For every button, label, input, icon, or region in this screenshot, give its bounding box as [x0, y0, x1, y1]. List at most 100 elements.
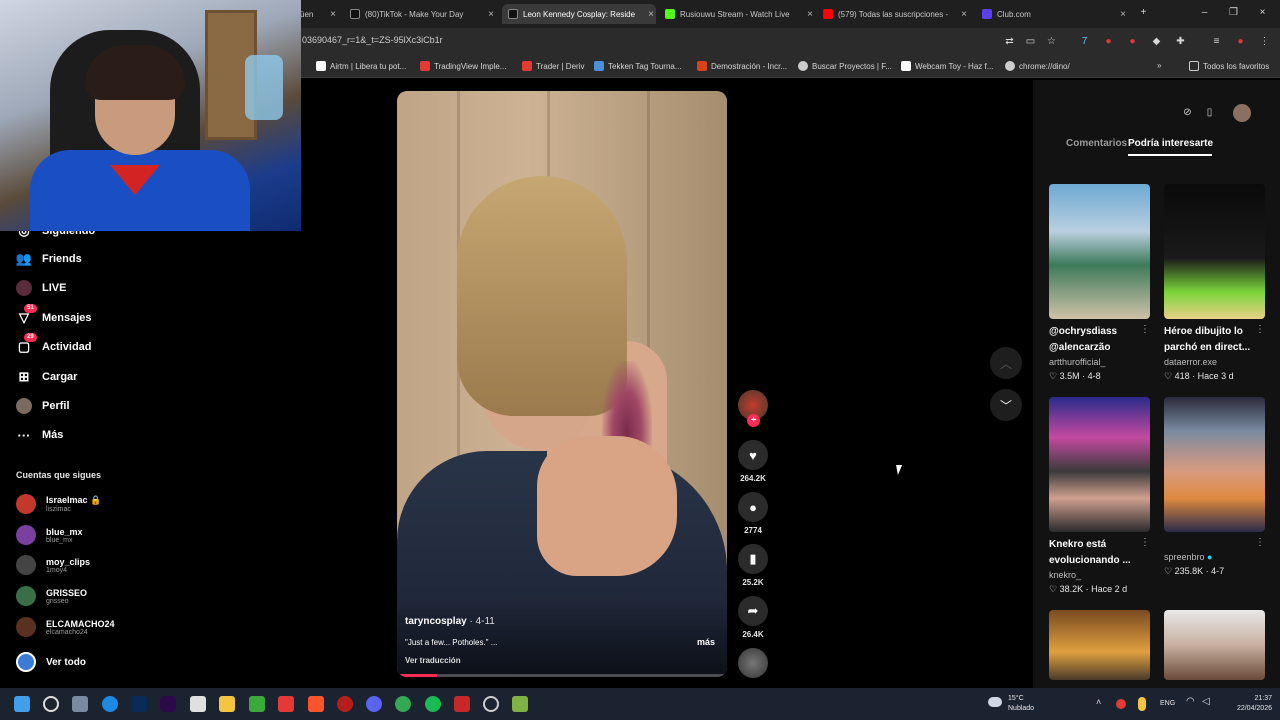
- puzzle-icon[interactable]: ✚: [1174, 35, 1187, 48]
- bookmarks-overflow-icon[interactable]: »: [1157, 61, 1161, 70]
- close-icon[interactable]: ×: [648, 9, 654, 20]
- extension-icon[interactable]: ●: [1102, 35, 1115, 48]
- store-icon[interactable]: [190, 696, 206, 712]
- video-author-line[interactable]: taryncosplay · 4-11: [405, 616, 495, 627]
- recommended-author[interactable]: artthurofficial_: [1049, 357, 1105, 367]
- bookmark[interactable]: chrome://dino/: [1005, 61, 1070, 71]
- nav-upload[interactable]: ⊞ Cargar: [16, 366, 78, 388]
- followed-account[interactable]: blue_mx blue_mx: [16, 522, 83, 548]
- volume-icon[interactable]: ◁: [1202, 696, 1218, 712]
- bookmark[interactable]: Trader | Deriv: [522, 61, 584, 71]
- microphone-icon[interactable]: [1138, 697, 1146, 711]
- recommended-title[interactable]: Knekro está evolucionando ...: [1049, 537, 1154, 569]
- followed-account[interactable]: moy_clips 1moy4: [16, 552, 90, 578]
- translate-icon[interactable]: ⇄: [1003, 35, 1016, 48]
- photoshop-icon[interactable]: [131, 696, 147, 712]
- bookmark[interactable]: Buscar Proyectos | F...: [798, 61, 892, 71]
- browser-tab[interactable]: üen ×: [300, 4, 338, 24]
- follow-plus-icon[interactable]: +: [747, 414, 760, 427]
- bookmark[interactable]: Webcam Toy - Haz f...: [901, 61, 993, 71]
- recommended-thumbnail[interactable]: [1049, 184, 1150, 319]
- windows-start-icon[interactable]: [14, 696, 30, 712]
- recommended-thumbnail[interactable]: [1164, 397, 1265, 532]
- bookmark[interactable]: Tekken Tag Tourna...: [594, 61, 682, 71]
- kebab-icon[interactable]: ⋮: [1255, 537, 1265, 548]
- discord-icon[interactable]: [366, 696, 382, 712]
- nav-profile[interactable]: Perfil: [16, 395, 70, 417]
- browser-tab[interactable]: (80)TikTok - Make Your Day ×: [350, 4, 496, 24]
- task-view-icon[interactable]: [72, 696, 88, 712]
- close-icon[interactable]: ×: [1120, 9, 1126, 20]
- kebab-icon[interactable]: ⋮: [1140, 324, 1150, 335]
- video-player[interactable]: taryncosplay · 4-11 "Just a few... Potho…: [397, 91, 727, 677]
- recommended-thumbnail[interactable]: [1164, 184, 1265, 319]
- minimize-icon[interactable]: –: [1198, 6, 1211, 19]
- file-explorer-icon[interactable]: [219, 696, 235, 712]
- like-button[interactable]: ♥ 264.2K: [737, 440, 769, 483]
- recommended-title[interactable]: Héroe dibujito lo parchó en direct...: [1164, 324, 1269, 356]
- more-button[interactable]: más: [697, 637, 715, 647]
- language-indicator[interactable]: ENG: [1160, 700, 1175, 707]
- kebab-icon[interactable]: ⋮: [1140, 537, 1150, 548]
- previous-video-button[interactable]: ︿: [990, 347, 1022, 379]
- followed-account[interactable]: GRISSEO grisseo: [16, 583, 87, 609]
- video-progress-bar[interactable]: [397, 674, 727, 677]
- close-icon[interactable]: ×: [807, 9, 813, 20]
- share-button[interactable]: ➦ 26.4K: [737, 596, 769, 639]
- kebab-icon[interactable]: ⋮: [1255, 324, 1265, 335]
- recommended-thumbnail[interactable]: [1049, 397, 1150, 532]
- close-icon[interactable]: ×: [961, 9, 967, 20]
- translate-button[interactable]: Ver traducción: [405, 656, 461, 665]
- minecraft-icon[interactable]: [249, 696, 265, 712]
- chrome-icon[interactable]: [395, 696, 411, 712]
- premiere-icon[interactable]: [160, 696, 176, 712]
- tab-comments[interactable]: Comentarios: [1066, 138, 1127, 149]
- see-all-button[interactable]: Ver todo: [16, 649, 86, 675]
- next-video-button[interactable]: ﹀: [990, 389, 1022, 421]
- close-icon[interactable]: ×: [330, 9, 336, 20]
- recommended-title[interactable]: @ochrysdiass @alencarzão: [1049, 324, 1154, 356]
- profile-icon[interactable]: ●: [1234, 35, 1247, 48]
- taskbar-clock[interactable]: 21:37 22/04/2026: [1227, 694, 1272, 714]
- nav-friends[interactable]: 👥 Friends: [16, 248, 82, 270]
- save-button[interactable]: ▮ 25.2K: [737, 544, 769, 587]
- url-field[interactable]: 03690467_r=1&_t=ZS-95lXc3iCb1r: [302, 35, 443, 45]
- browser-tab-active[interactable]: Leon Kennedy Cosplay: Reside ×: [502, 4, 656, 24]
- window-close-icon[interactable]: ×: [1256, 6, 1269, 19]
- deriv-icon[interactable]: [278, 696, 294, 712]
- cast-icon[interactable]: ▭: [1024, 35, 1037, 48]
- search-icon[interactable]: [43, 696, 59, 712]
- weather-widget[interactable]: 15°C Nublado: [1008, 694, 1034, 714]
- extension-icon[interactable]: 7: [1078, 35, 1091, 48]
- obs-icon[interactable]: [483, 696, 499, 712]
- nav-activity[interactable]: ▢ 29 Actividad: [16, 333, 92, 358]
- bookmark[interactable]: TradingView Imple...: [420, 61, 506, 71]
- recommended-thumbnail[interactable]: [1164, 610, 1265, 680]
- browser-tab[interactable]: Rusiouwu Stream - Watch Live ×: [665, 4, 815, 24]
- spotify-icon[interactable]: [425, 696, 441, 712]
- brave-icon[interactable]: [308, 696, 324, 712]
- voicemod-icon[interactable]: [454, 696, 470, 712]
- app-icon[interactable]: [512, 696, 528, 712]
- bookmark[interactable]: Airtm | Libera tu pot...: [316, 61, 406, 71]
- all-bookmarks[interactable]: Todos los favoritos: [1189, 61, 1269, 71]
- chevron-up-icon[interactable]: ˄: [1096, 697, 1112, 713]
- star-icon[interactable]: ☆: [1045, 35, 1058, 48]
- extension-icon[interactable]: ◆: [1150, 35, 1163, 48]
- bookmark[interactable]: Demostración - Incr...: [697, 61, 787, 71]
- media-icon[interactable]: ≡: [1210, 35, 1223, 48]
- recommended-thumbnail[interactable]: [1049, 610, 1150, 680]
- followed-account[interactable]: ELCAMACHO24 elcamacho24: [16, 614, 115, 640]
- nav-messages[interactable]: ▽ 51 Mensajes: [16, 304, 92, 329]
- menu-icon[interactable]: ⋮: [1258, 35, 1271, 48]
- recommended-author[interactable]: dataerror.exe: [1164, 357, 1217, 367]
- recommended-author[interactable]: knekro_: [1049, 570, 1081, 580]
- recommended-author-name[interactable]: spreenbro: [1164, 552, 1205, 562]
- close-icon[interactable]: ×: [488, 9, 494, 20]
- sound-disc[interactable]: [737, 648, 769, 678]
- video-author[interactable]: taryncosplay: [405, 616, 467, 627]
- device-icon[interactable]: ▯: [1203, 106, 1216, 119]
- followed-account[interactable]: Israelmac 🔒 liszimac: [16, 491, 101, 517]
- app-icon[interactable]: [337, 696, 353, 712]
- comment-button[interactable]: ● 2774: [737, 492, 769, 535]
